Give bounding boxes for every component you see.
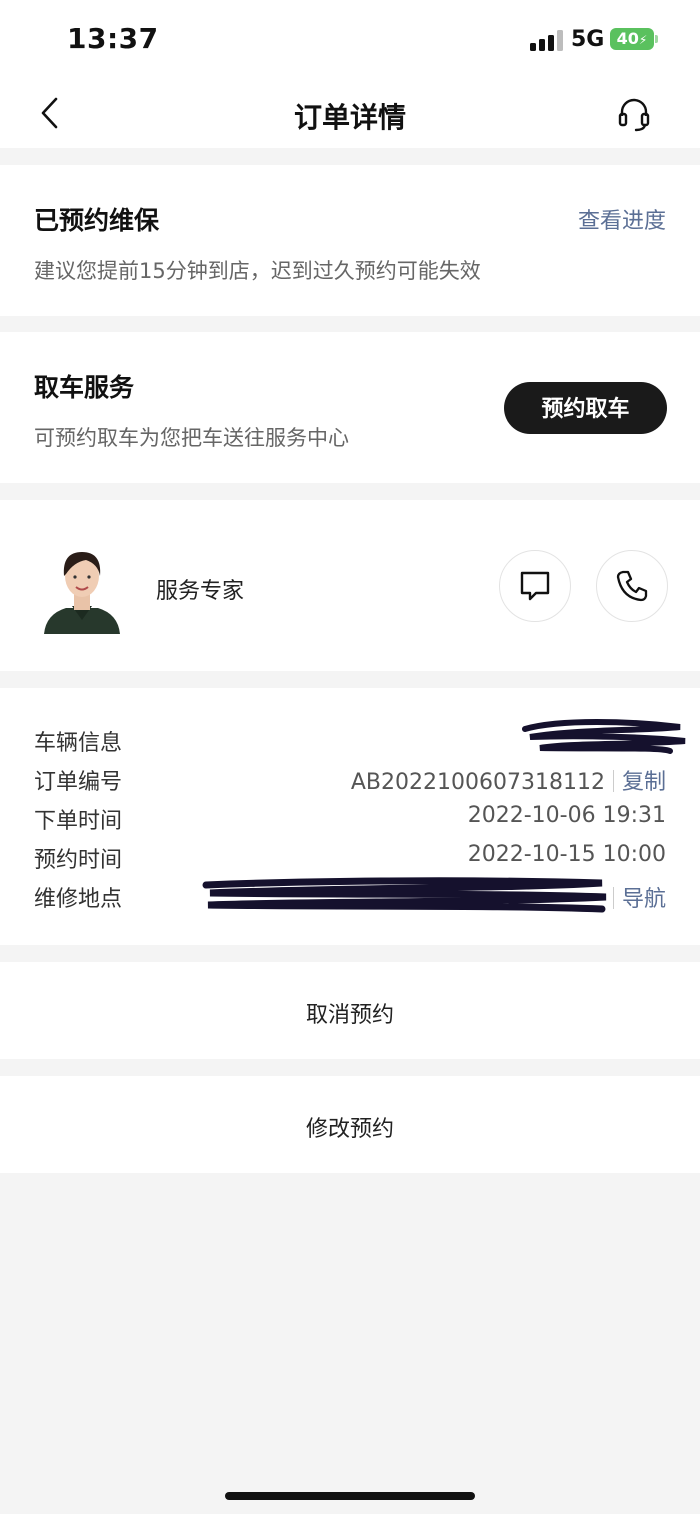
order-number-value: AB2022100607318112 (350, 770, 605, 795)
page-title: 订单详情 (293, 101, 406, 134)
service-expert-label: 服务专家 (156, 579, 245, 604)
info-row-order-number: 订单编号 AB2022100607318112 复制 (34, 764, 666, 800)
booking-status-title: 已预约维保 (34, 206, 160, 235)
status-bar: 13:37 5G 40⚡ (0, 0, 700, 80)
order-number-value-group: AB2022100607318112 复制 (351, 764, 666, 796)
order-info-card: 车辆信息 订单编号 AB2022100607318112 复制 下单时间 2022… (0, 688, 700, 945)
order-time-label: 下单时间 (34, 809, 123, 834)
navigate-link[interactable]: 导航 (622, 887, 666, 912)
book-pickup-button[interactable]: 预约取车 (504, 382, 667, 434)
redaction-scribble (522, 719, 686, 754)
chat-button[interactable] (499, 550, 571, 622)
home-indicator[interactable] (225, 1492, 475, 1500)
modify-booking-label: 修改预约 (305, 1117, 394, 1142)
divider (612, 770, 614, 792)
pickup-subtitle: 可预约取车为您把车送往服务中心 (34, 426, 349, 450)
pickup-service-card: 取车服务 可预约取车为您把车送往服务中心 预约取车 (0, 332, 700, 483)
nav-bar: 订单详情 (0, 80, 700, 148)
info-row-vehicle: 车辆信息 (34, 719, 686, 761)
navigate-group: 导航 (605, 881, 666, 913)
info-row-repair-location: 维修地点 导航 (34, 877, 666, 917)
divider (612, 887, 614, 909)
appointment-time-label: 预约时间 (34, 848, 123, 873)
booking-status-card: 已预约维保 查看进度 建议您提前15分钟到店，迟到过久预约可能失效 (0, 165, 700, 316)
info-row-appointment-time: 预约时间 2022-10-15 10:00 (34, 842, 666, 878)
info-row-order-time: 下单时间 2022-10-06 19:31 (34, 803, 666, 839)
battery-level: 40 (616, 29, 639, 48)
battery-icon: 40⚡ (610, 28, 654, 50)
signal-icon (530, 29, 564, 51)
order-time-value: 2022-10-06 19:31 (467, 803, 666, 828)
phone-icon (616, 570, 648, 602)
network-type: 5G (571, 27, 605, 52)
vehicle-info-label: 车辆信息 (34, 731, 123, 756)
headset-icon[interactable] (614, 94, 654, 134)
copy-link[interactable]: 复制 (622, 770, 666, 795)
battery-tip (655, 35, 658, 43)
chat-icon (520, 571, 550, 601)
cancel-booking-button[interactable]: 取消预约 (0, 962, 700, 1059)
pickup-title: 取车服务 (34, 373, 135, 402)
booking-status-subtitle: 建议您提前15分钟到店，迟到过久预约可能失效 (34, 259, 481, 283)
call-button[interactable] (596, 550, 668, 622)
status-time: 13:37 (67, 22, 159, 55)
repair-location-label: 维修地点 (34, 887, 123, 912)
modify-booking-button[interactable]: 修改预约 (0, 1076, 700, 1173)
redaction-scribble (202, 877, 607, 913)
view-progress-link[interactable]: 查看进度 (578, 203, 666, 235)
appointment-time-value: 2022-10-15 10:00 (467, 842, 666, 867)
service-expert-card: 服务专家 (0, 500, 700, 671)
order-number-label: 订单编号 (34, 770, 123, 795)
avatar (42, 542, 122, 634)
cancel-booking-label: 取消预约 (305, 1003, 394, 1028)
